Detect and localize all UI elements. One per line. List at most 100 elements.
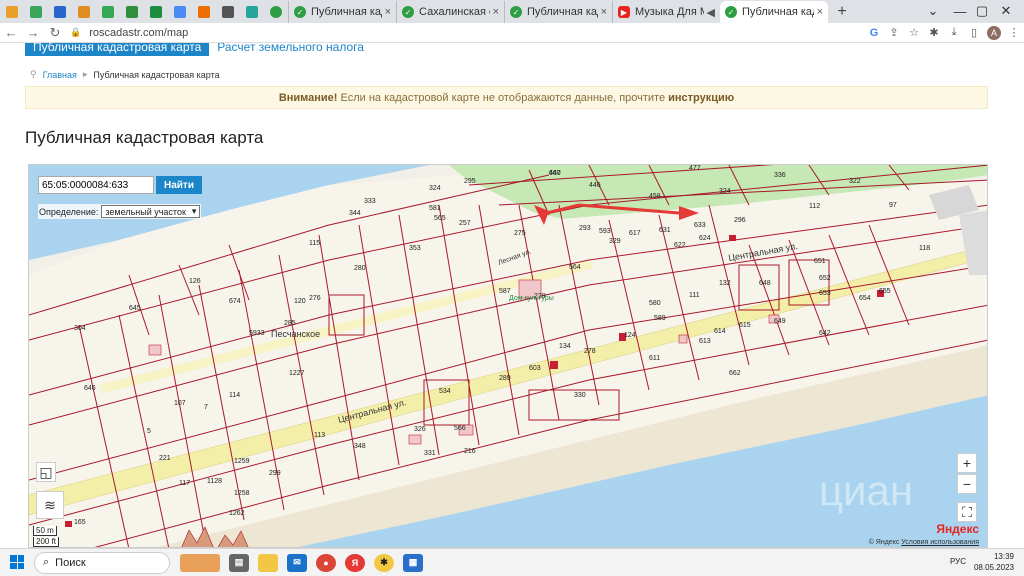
browser-tab-5[interactable]: ✓ Публичная кадастр × (720, 1, 828, 23)
pinned-tab-drive[interactable] (96, 1, 120, 23)
google-icon[interactable]: G (864, 27, 884, 39)
browser-tab-2[interactable]: ✓ Сахалинская облас × (396, 1, 504, 23)
parcel-label[interactable]: 640 (549, 170, 561, 177)
layers-icon[interactable]: ≋ (36, 491, 64, 519)
browser-tab-1[interactable]: ✓ Публичная кадастр × (288, 1, 396, 23)
parcel-label[interactable]: 593 (599, 228, 611, 235)
parcel-label[interactable]: 646 (84, 385, 96, 392)
pinned-tab-check[interactable] (264, 1, 288, 23)
parcel-label[interactable]: 653 (819, 290, 831, 297)
parcel-label[interactable]: 603 (529, 365, 541, 372)
browser-tab-3[interactable]: ✓ Публичная кадастр × (504, 1, 612, 23)
pinned-tab-star[interactable] (240, 1, 264, 23)
parcel-label[interactable]: 295 (464, 178, 476, 185)
zoom-in-button[interactable]: + (957, 453, 977, 473)
parcel-label[interactable]: 165 (74, 519, 86, 526)
parcel-label[interactable]: 132 (719, 280, 731, 287)
terms-link[interactable]: Условия использования (901, 539, 979, 546)
parcel-label[interactable]: 631 (659, 227, 671, 234)
parcel-label[interactable]: 278 (584, 348, 596, 355)
parcel-label[interactable]: 126 (189, 278, 201, 285)
window-close-icon[interactable]: ✕ (988, 0, 1024, 22)
parcel-label[interactable]: 324 (719, 188, 731, 195)
pinned-tab-doc[interactable] (168, 1, 192, 23)
parcel-label[interactable]: 348 (354, 443, 366, 450)
url-field[interactable]: 🔒 roscadastr.com/map (70, 27, 864, 39)
parcel-label[interactable]: 117 (179, 480, 190, 487)
parcel-label[interactable]: 299 (269, 470, 281, 477)
parcel-label[interactable]: 134 (559, 343, 571, 350)
close-icon[interactable]: × (385, 6, 391, 18)
parcel-label[interactable]: 589 (654, 315, 666, 322)
parcel-label[interactable]: 642 (819, 330, 831, 337)
speaker-icon[interactable]: ◀ (707, 6, 715, 19)
parcel-label[interactable]: 293 (579, 225, 591, 232)
extensions-icon[interactable]: ✱ (924, 26, 944, 39)
avatar[interactable]: A (984, 25, 1004, 40)
reload-icon[interactable]: ↻ (44, 25, 66, 41)
parcel-label[interactable]: 324 (429, 185, 441, 192)
parcel-label[interactable]: 276 (309, 295, 321, 302)
parcel-label[interactable]: 648 (759, 280, 771, 287)
parcel-label[interactable]: 652 (819, 275, 831, 282)
parcel-label[interactable]: 5933 (249, 330, 265, 337)
mail-icon[interactable]: ✉ (287, 553, 307, 572)
parcel-label[interactable]: 622 (674, 242, 686, 249)
pinned-tab-blue[interactable] (48, 1, 72, 23)
parcel-label[interactable]: 344 (349, 210, 361, 217)
parcel-label[interactable]: 566 (454, 425, 466, 432)
parcel-label[interactable]: 1262 (229, 510, 245, 517)
parcel-label[interactable]: 1227 (289, 370, 305, 377)
map-canvas[interactable]: 467446458477336322324296112 9763363162462… (29, 165, 988, 548)
parcel-label[interactable]: 275 (514, 230, 526, 237)
pinned-tab-orange[interactable] (72, 1, 96, 23)
alert-instruction-link[interactable]: инструкцию (668, 92, 734, 104)
yandex-disk-icon[interactable]: ✱ (374, 553, 394, 572)
parcel-label[interactable]: 296 (734, 217, 746, 224)
parcel-label[interactable]: 645 (129, 305, 141, 312)
parcel-label[interactable]: 1128 (207, 478, 222, 485)
parcel-label[interactable]: 580 (649, 300, 661, 307)
parcel-label[interactable]: 662 (729, 370, 741, 377)
parcel-label[interactable]: 1258 (234, 490, 250, 497)
parcel-label[interactable]: 565 (434, 215, 446, 222)
parcel-label[interactable]: 118 (919, 245, 930, 252)
parcel-label[interactable]: 330 (574, 392, 586, 399)
parcel-label[interactable]: 329 (609, 238, 621, 245)
find-button[interactable]: Найти (156, 176, 202, 194)
parcel-label[interactable]: 326 (414, 426, 426, 433)
back-icon[interactable]: ← (0, 25, 22, 40)
parcel-label[interactable]: 331 (424, 450, 436, 457)
parcel-label[interactable]: 581 (429, 205, 441, 212)
file-explorer-icon[interactable] (258, 553, 278, 572)
forward-icon[interactable]: → (22, 25, 44, 40)
parcel-label[interactable]: 613 (699, 338, 711, 345)
system-clock[interactable]: 13:39 08.05.2023 (974, 551, 1014, 573)
parcel-label[interactable]: 115 (309, 240, 320, 247)
parcel-label[interactable]: 280 (354, 265, 366, 272)
fullscreen-toggle-icon[interactable]: ◱ (36, 462, 56, 482)
language-indicator[interactable]: РУС (950, 557, 966, 566)
parcel-label[interactable]: 611 (649, 355, 660, 362)
task-view-icon[interactable]: ▤ (229, 553, 249, 572)
calculator-icon[interactable]: ▦ (403, 553, 423, 572)
parcel-label[interactable]: 624 (699, 235, 711, 242)
parcel-label[interactable]: 655 (879, 288, 891, 295)
close-icon[interactable]: × (493, 6, 499, 18)
parcel-label[interactable]: 221 (159, 455, 171, 462)
parcel-label[interactable]: 651 (814, 258, 826, 265)
parcel-label[interactable]: 353 (409, 245, 421, 252)
menu-icon[interactable]: ⋮ (1004, 26, 1024, 39)
parcel-label[interactable]: 112 (809, 203, 820, 210)
parcel-label[interactable]: 458 (649, 193, 661, 200)
parcel-label[interactable]: 285 (284, 320, 296, 327)
close-icon[interactable]: × (817, 6, 823, 18)
cadastral-map[interactable]: 467 446 458 477 336 322 324 296 112 97 633 631 624 62… (28, 164, 988, 548)
parcel-label[interactable]: 654 (859, 295, 871, 302)
parcel-label[interactable]: 97 (889, 202, 897, 209)
parcel-label[interactable]: 107 (174, 400, 186, 407)
widgets-icon[interactable] (180, 553, 220, 572)
taskbar-search[interactable]: ⌕ Поиск (34, 551, 170, 574)
parcel-label[interactable]: 120 (294, 298, 306, 305)
parcel-label[interactable]: 633 (694, 222, 706, 229)
